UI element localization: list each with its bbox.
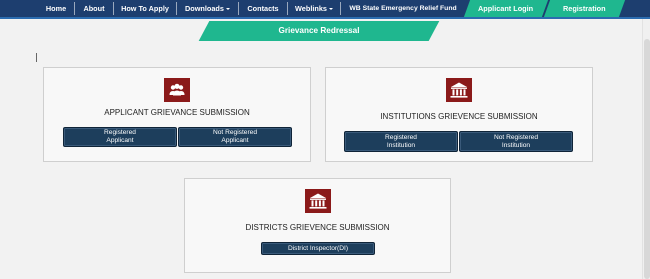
not-registered-institution-button[interactable]: Not Registered Institution xyxy=(459,131,573,152)
applicant-grievance-card: APPLICANT GRIEVANCE SUBMISSION Registere… xyxy=(43,67,311,162)
nav-about[interactable]: About xyxy=(75,0,113,17)
users-icon xyxy=(164,78,190,102)
not-registered-applicant-button[interactable]: Not Registered Applicant xyxy=(178,127,292,147)
institution-building-icon xyxy=(446,78,472,102)
institution-building-icon xyxy=(305,189,331,213)
registration-button[interactable]: Registration xyxy=(543,0,626,17)
applicant-login-label: Applicant Login xyxy=(478,4,534,13)
chevron-down-icon xyxy=(328,8,333,10)
top-navigation: Home About How To Apply Downloads Contac… xyxy=(0,0,650,19)
registration-label: Registration xyxy=(563,4,606,13)
registered-applicant-button[interactable]: Registered Applicant xyxy=(63,127,177,147)
district-inspector-button[interactable]: District Inspector(DI) xyxy=(261,242,375,255)
nav-weblinks[interactable]: Weblinks xyxy=(288,0,340,17)
chevron-down-icon xyxy=(225,8,230,10)
nav-contacts[interactable]: Contacts xyxy=(239,0,287,17)
vertical-scrollbar[interactable] xyxy=(642,19,650,279)
page: Home About How To Apply Downloads Contac… xyxy=(0,0,650,279)
applicant-card-title: APPLICANT GRIEVANCE SUBMISSION xyxy=(104,108,250,117)
nav-downloads[interactable]: Downloads xyxy=(177,0,238,17)
registered-institution-button[interactable]: Registered Institution xyxy=(344,131,458,152)
nav-wb-relief-fund[interactable]: WB State Emergency Relief Fund xyxy=(341,0,465,17)
districts-card-title: DISTRICTS GRIEVENCE SUBMISSION xyxy=(245,223,390,232)
nav-underline xyxy=(0,17,650,19)
nav-downloads-label: Downloads xyxy=(185,4,224,13)
districts-grievance-card: DISTRICTS GRIEVENCE SUBMISSION District … xyxy=(184,178,451,273)
nav-weblinks-label: Weblinks xyxy=(295,4,327,13)
applicant-login-button[interactable]: Applicant Login xyxy=(463,0,549,17)
nav-how-to-apply[interactable]: How To Apply xyxy=(114,0,176,17)
scrollbar-thumb[interactable] xyxy=(644,39,650,279)
text-cursor xyxy=(36,53,37,62)
nav-home[interactable]: Home xyxy=(38,0,74,17)
page-title: Grievance Redressal xyxy=(278,26,360,35)
institutions-grievance-card: INSTITUTIONS GRIEVENCE SUBMISSION Regist… xyxy=(325,67,593,162)
institutions-card-title: INSTITUTIONS GRIEVENCE SUBMISSION xyxy=(380,112,538,121)
